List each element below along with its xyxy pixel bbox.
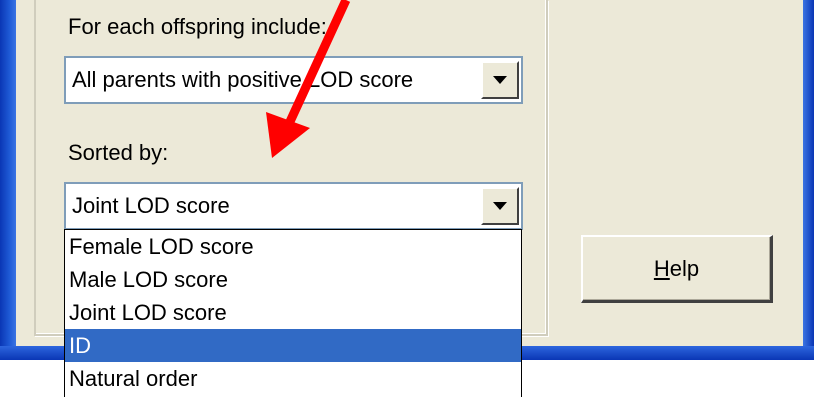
sorted-by-label: Sorted by: [68,140,169,165]
window-left-border [0,0,16,360]
sort-option-female-lod[interactable]: Female LOD score [65,230,521,263]
sorted-by-dropdown-button[interactable] [481,187,519,225]
sort-options-list[interactable]: Female LOD score Male LOD score Joint LO… [64,229,522,397]
sort-option-joint-lod[interactable]: Joint LOD score [65,296,521,329]
sort-option-male-lod[interactable]: Male LOD score [65,263,521,296]
chevron-down-icon [493,76,507,84]
sort-option-id[interactable]: ID [65,329,521,362]
include-dropdown-button[interactable] [481,61,519,99]
red-arrow-icon [266,0,351,158]
sorted-by-combobox[interactable]: Joint LOD score [64,182,523,230]
help-button-accelerator: H [653,255,670,281]
help-button-label: elp [669,255,700,281]
window-right-border [803,0,814,360]
sorted-by-combobox-value: Joint LOD score [72,193,230,218]
sort-option-natural-order[interactable]: Natural order [65,362,521,395]
chevron-down-icon [493,202,507,210]
arrow-shaft [283,0,351,128]
help-button[interactable]: Help [581,235,773,303]
